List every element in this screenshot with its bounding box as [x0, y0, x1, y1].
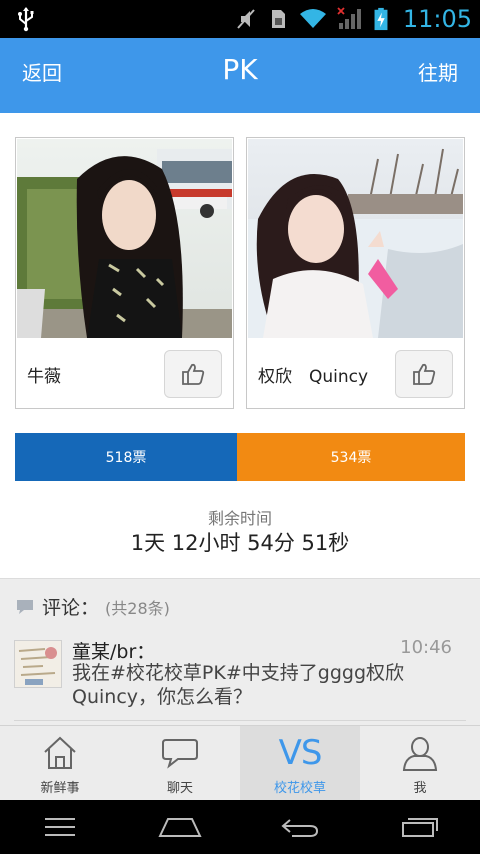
sim-icon [271, 10, 285, 28]
comment-icon [17, 599, 33, 614]
comment-item[interactable]: 童某/br： 10:46 我在#校花校草PK#中支持了gggg权欣Quincy，… [14, 637, 466, 717]
tab-chat-label: 聊天 [166, 781, 193, 796]
avatar[interactable] [14, 640, 62, 688]
person-icon [402, 737, 438, 771]
tab-news-label: 新鲜事 [40, 781, 80, 796]
status-bar: 11:05 [0, 0, 480, 38]
vote-bar: 518票 534票 [15, 433, 465, 481]
comments-count: (共28条) [105, 598, 170, 618]
like-button-left[interactable] [164, 350, 222, 398]
countdown-label: 剩余时间 [207, 509, 272, 528]
home-icon [158, 818, 202, 837]
tab-me[interactable]: 我 [360, 726, 480, 800]
contestant-photo-left[interactable] [17, 139, 232, 338]
usb-icon [18, 7, 34, 32]
back-icon [281, 819, 319, 837]
system-nav-bar [0, 800, 480, 854]
contestant-photo-right[interactable] [248, 139, 463, 338]
vote-count-right: 534票 [237, 433, 465, 481]
comments-label: 评论： [42, 597, 100, 619]
wifi-icon [299, 9, 326, 28]
mute-icon [237, 9, 255, 29]
comment-author[interactable]: 童某/br： [72, 637, 155, 664]
contestant-namebar-left: 牛薇 [16, 339, 233, 409]
contestant-name-right: 权欣 Quincy [258, 367, 369, 387]
tab-campus-pk-label: 校花校草 [273, 781, 326, 796]
comment-divider [14, 720, 466, 721]
menu-button[interactable] [30, 807, 90, 847]
menu-icon [45, 818, 75, 836]
countdown-value: 1天 12小时 54分 51秒 [130, 531, 350, 555]
home-icon [44, 736, 76, 769]
history-button[interactable]: 往期 [418, 57, 458, 86]
like-button-right[interactable] [395, 350, 453, 398]
tab-campus-pk[interactable]: VS 校花校草 [240, 726, 360, 800]
thumbs-up-icon [182, 363, 205, 385]
pk-content: 牛薇 权欣 Quincy 518票 534票 剩余时间 1天 12小时 54分 … [0, 113, 480, 725]
recents-icon [402, 818, 438, 837]
bottom-tab-bar: 新鲜事 聊天 VS 校花校草 我 [0, 725, 480, 800]
contestant-namebar-right: 权欣 Quincy [247, 339, 464, 409]
home-button[interactable] [150, 807, 210, 847]
vs-icon: VS [278, 733, 323, 773]
battery-icon [374, 7, 388, 31]
thumbs-up-icon [413, 363, 436, 385]
chat-icon [162, 739, 198, 769]
header-bar: 返回 PK 往期 [0, 38, 480, 113]
signal-icon [337, 7, 361, 29]
recents-button[interactable] [390, 807, 450, 847]
comment-text: 我在#校花校草PK#中支持了gggg权欣Quincy，你怎么看？ [72, 662, 404, 708]
tab-me-label: 我 [413, 781, 427, 796]
back-nav-button[interactable] [270, 807, 330, 847]
vote-count-left: 518票 [15, 433, 237, 481]
comment-time: 10:46 [400, 637, 452, 658]
contestant-name-left: 牛薇 [27, 367, 61, 387]
contestant-card-left: 牛薇 [15, 137, 234, 409]
page-title: PK [222, 53, 258, 86]
comments-section: 评论： (共28条) 童某/br： 10:46 我在#校花校草PK#中支持了gg… [0, 578, 480, 725]
comments-header: 评论： (共28条) [15, 593, 170, 620]
tab-news[interactable]: 新鲜事 [0, 726, 120, 800]
tab-chat[interactable]: 聊天 [120, 726, 240, 800]
clock: 11:05 [402, 5, 472, 33]
contestant-card-right: 权欣 Quincy [246, 137, 465, 409]
